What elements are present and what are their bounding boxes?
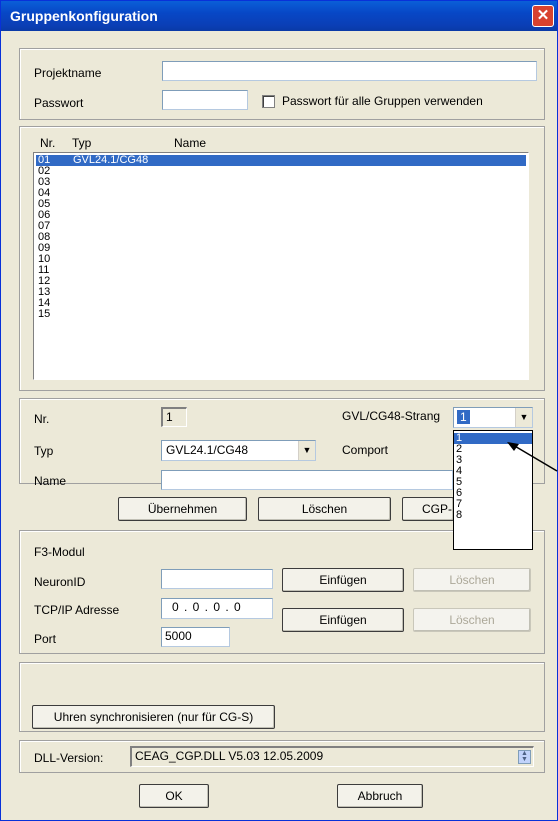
- cgp-button[interactable]: CGP-: [402, 497, 454, 521]
- list-header-name: Name: [174, 136, 207, 150]
- close-button[interactable]: ✕: [532, 5, 554, 27]
- list-item[interactable]: 04: [36, 188, 526, 199]
- project-group: [19, 48, 545, 120]
- password-input[interactable]: [162, 90, 248, 110]
- strang-select-value: 1: [457, 410, 470, 424]
- list-item[interactable]: 09: [36, 243, 526, 254]
- list-item[interactable]: 02: [36, 166, 526, 177]
- list-item[interactable]: 07: [36, 221, 526, 232]
- list-item[interactable]: 05: [36, 199, 526, 210]
- detail-nr-label: Nr.: [34, 412, 50, 426]
- tcp-delete-button[interactable]: Löschen: [413, 608, 531, 632]
- list-item[interactable]: 13: [36, 287, 526, 298]
- detail-nr-value: 1: [161, 407, 187, 427]
- tcp-insert-button[interactable]: Einfügen: [282, 608, 404, 632]
- typ-select[interactable]: GVL24.1/CG48 ▼: [161, 440, 316, 461]
- detail-name-input[interactable]: [161, 470, 453, 490]
- f3-module-title: F3-Modul: [34, 545, 85, 559]
- neuron-id-label: NeuronID: [34, 575, 86, 589]
- strang-option[interactable]: 8: [454, 510, 532, 521]
- dialog-window: Gruppenkonfiguration ✕ Projektname Passw…: [0, 0, 558, 821]
- title-bar[interactable]: Gruppenkonfiguration ✕: [1, 1, 557, 31]
- tcp-ip-input[interactable]: 0 . 0 . 0 . 0: [161, 598, 273, 619]
- list-item[interactable]: 14: [36, 298, 526, 309]
- spinner-icon[interactable]: ▲ ▼: [518, 750, 531, 764]
- list-item[interactable]: 01 GVL24.1/CG48: [36, 155, 526, 166]
- list-item[interactable]: 10: [36, 254, 526, 265]
- list-item[interactable]: 12: [36, 276, 526, 287]
- list-item-nr: 15: [38, 308, 51, 320]
- strang-select[interactable]: 1 ▼: [453, 407, 533, 428]
- list-item-typ: GVL24.1/CG48: [73, 154, 149, 166]
- list-item[interactable]: 03: [36, 177, 526, 188]
- chevron-down-icon[interactable]: ▼: [515, 408, 532, 427]
- neuron-delete-button[interactable]: Löschen: [413, 568, 531, 592]
- neuron-insert-button[interactable]: Einfügen: [282, 568, 404, 592]
- tcp-ip-label: TCP/IP Adresse: [34, 603, 120, 617]
- detail-name-label: Name: [34, 474, 67, 488]
- project-name-input[interactable]: [162, 61, 537, 81]
- delete-group-button[interactable]: Löschen: [258, 497, 391, 521]
- list-item[interactable]: 11: [36, 265, 526, 276]
- password-label: Passwort: [34, 96, 84, 110]
- list-item[interactable]: 15: [36, 309, 526, 320]
- annotation-arrow-icon: [507, 442, 558, 472]
- ok-button[interactable]: OK: [139, 784, 209, 808]
- port-input[interactable]: 5000: [161, 627, 230, 647]
- list-header-nr: Nr.: [40, 136, 56, 150]
- detail-typ-label: Typ: [34, 444, 54, 458]
- strang-option[interactable]: 7: [454, 499, 532, 510]
- chevron-down-icon[interactable]: ▼: [298, 441, 315, 460]
- sync-clocks-button[interactable]: Uhren synchronisieren (nur für CG-S): [32, 705, 275, 729]
- project-name-label: Projektname: [34, 66, 102, 80]
- group-listbox[interactable]: 01 GVL24.1/CG48 02 03 04 05 06 07 08 09 10 11 12 13 14…: [33, 152, 529, 380]
- dll-version-text: CEAG_CGP.DLL V5.03 12.05.2009: [135, 749, 324, 763]
- use-password-all-label: Passwort für alle Gruppen verwenden: [282, 94, 483, 108]
- dll-version-value: CEAG_CGP.DLL V5.03 12.05.2009 ▲ ▼: [130, 746, 534, 767]
- strang-label: GVL/CG48-Strang: [342, 409, 441, 423]
- list-item[interactable]: 08: [36, 232, 526, 243]
- dll-version-label: DLL-Version:: [34, 751, 104, 765]
- typ-select-value: GVL24.1/CG48: [166, 443, 249, 457]
- neuron-id-input[interactable]: [161, 569, 273, 589]
- comport-label: Comport: [342, 443, 389, 457]
- use-password-all-checkbox[interactable]: [262, 95, 275, 108]
- cancel-button[interactable]: Abbruch: [337, 784, 423, 808]
- list-header-typ: Typ: [72, 136, 92, 150]
- window-title: Gruppenkonfiguration: [10, 8, 158, 24]
- list-item[interactable]: 06: [36, 210, 526, 221]
- port-label: Port: [34, 632, 57, 646]
- strang-option[interactable]: 6: [454, 488, 532, 499]
- apply-button[interactable]: Übernehmen: [118, 497, 247, 521]
